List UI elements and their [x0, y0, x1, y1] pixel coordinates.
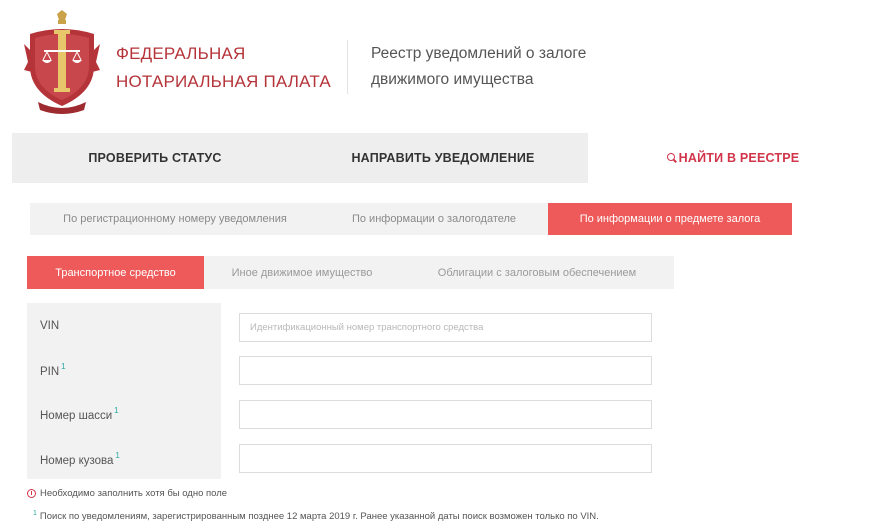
vin-input[interactable] — [239, 313, 652, 342]
vehicle-form-labels: VIN PIN 1 Номер шасси 1 Номер кузова 1 — [27, 303, 221, 479]
registry-title-line2: движимого имущества — [371, 71, 534, 88]
warning-icon — [27, 489, 36, 498]
tab-check-status[interactable]: ПРОВЕРИТЬ СТАТУС — [12, 133, 298, 183]
tab-secured-bonds[interactable]: Облигации с залоговым обеспечением — [400, 256, 674, 289]
tab-by-registration-number[interactable]: По регистрационному номеру уведомления — [30, 203, 320, 235]
tab-secured-bonds-label: Облигации с залоговым обеспечением — [437, 266, 637, 279]
vin-label: VIN — [40, 320, 59, 332]
tab-by-pledge-subject[interactable]: По информации о предмете залога — [548, 203, 792, 235]
tab-by-pledgor[interactable]: По информации о залогодателе — [320, 203, 548, 235]
tab-find-in-registry-label: НАЙТИ В РЕЕСТРЕ — [678, 151, 800, 165]
tab-other-property[interactable]: Иное движимое имущество — [204, 256, 400, 289]
body-number-input[interactable] — [239, 444, 652, 473]
notary-chamber-emblem-logo — [24, 10, 100, 114]
chassis-number-label: Номер шасси 1 — [40, 406, 119, 422]
tab-send-notice[interactable]: НАПРАВИТЬ УВЕДОМЛЕНИЕ — [298, 133, 588, 183]
property-type-tabs: Транспортное средство Иное движимое имущ… — [27, 256, 674, 289]
organization-name-line1: ФЕДЕРАЛЬНАЯ — [116, 44, 246, 63]
search-type-tabs: По регистрационному номеру уведомления П… — [30, 203, 792, 235]
footnote-marker: 1 — [61, 362, 66, 371]
body-number-label: Номер кузова 1 — [40, 451, 120, 467]
tab-send-notice-label: НАПРАВИТЬ УВЕДОМЛЕНИЕ — [351, 151, 535, 165]
required-field-note: Необходимо заполнить хотя бы одно поле — [27, 488, 227, 499]
chassis-number-label-text: Номер шасси — [40, 409, 113, 422]
organization-name-line2: НОТАРИАЛЬНАЯ ПАЛАТА — [116, 72, 331, 91]
header-divider — [347, 40, 348, 94]
footnote: 1 Поиск по уведомлениям, зарегистрированн… — [33, 510, 599, 522]
tab-find-in-registry[interactable]: НАЙТИ В РЕЕСТРЕ — [588, 133, 878, 183]
pin-label-text: PIN — [40, 365, 60, 378]
footnote-marker: 1 — [115, 451, 120, 460]
registry-title: Реестр уведомлений о залоге движимого им… — [371, 41, 586, 93]
chassis-number-input[interactable] — [239, 400, 652, 429]
tab-by-pledgor-label: По информации о залогодателе — [351, 213, 517, 225]
tab-check-status-label: ПРОВЕРИТЬ СТАТУС — [88, 151, 222, 165]
footnote-marker: 1 — [114, 406, 119, 415]
body-number-label-text: Номер кузова — [40, 454, 114, 467]
search-icon — [666, 153, 675, 161]
tab-vehicle-label: Транспортное средство — [55, 266, 176, 279]
pin-input[interactable] — [239, 356, 652, 385]
tab-by-registration-number-label: По регистрационному номеру уведомления — [63, 213, 287, 225]
required-field-note-text: Необходимо заполнить хотя бы одно поле — [40, 488, 228, 499]
registry-title-line1: Реестр уведомлений о залоге — [371, 45, 587, 62]
tab-by-pledge-subject-label: По информации о предмете залога — [579, 213, 761, 225]
footnote-marker: 1 — [33, 510, 37, 517]
vin-label-text: VIN — [40, 320, 60, 332]
tab-other-property-label: Иное движимое имущество — [231, 266, 373, 279]
footnote-text: Поиск по уведомлениям, зарегистрированны… — [39, 511, 599, 523]
main-navigation: ПРОВЕРИТЬ СТАТУС НАПРАВИТЬ УВЕДОМЛЕНИЕ Н… — [12, 133, 878, 183]
pin-label: PIN 1 — [40, 362, 66, 378]
tab-vehicle[interactable]: Транспортное средство — [27, 256, 204, 289]
organization-name: ФЕДЕРАЛЬНАЯ НОТАРИАЛЬНАЯ ПАЛАТА — [116, 40, 331, 96]
